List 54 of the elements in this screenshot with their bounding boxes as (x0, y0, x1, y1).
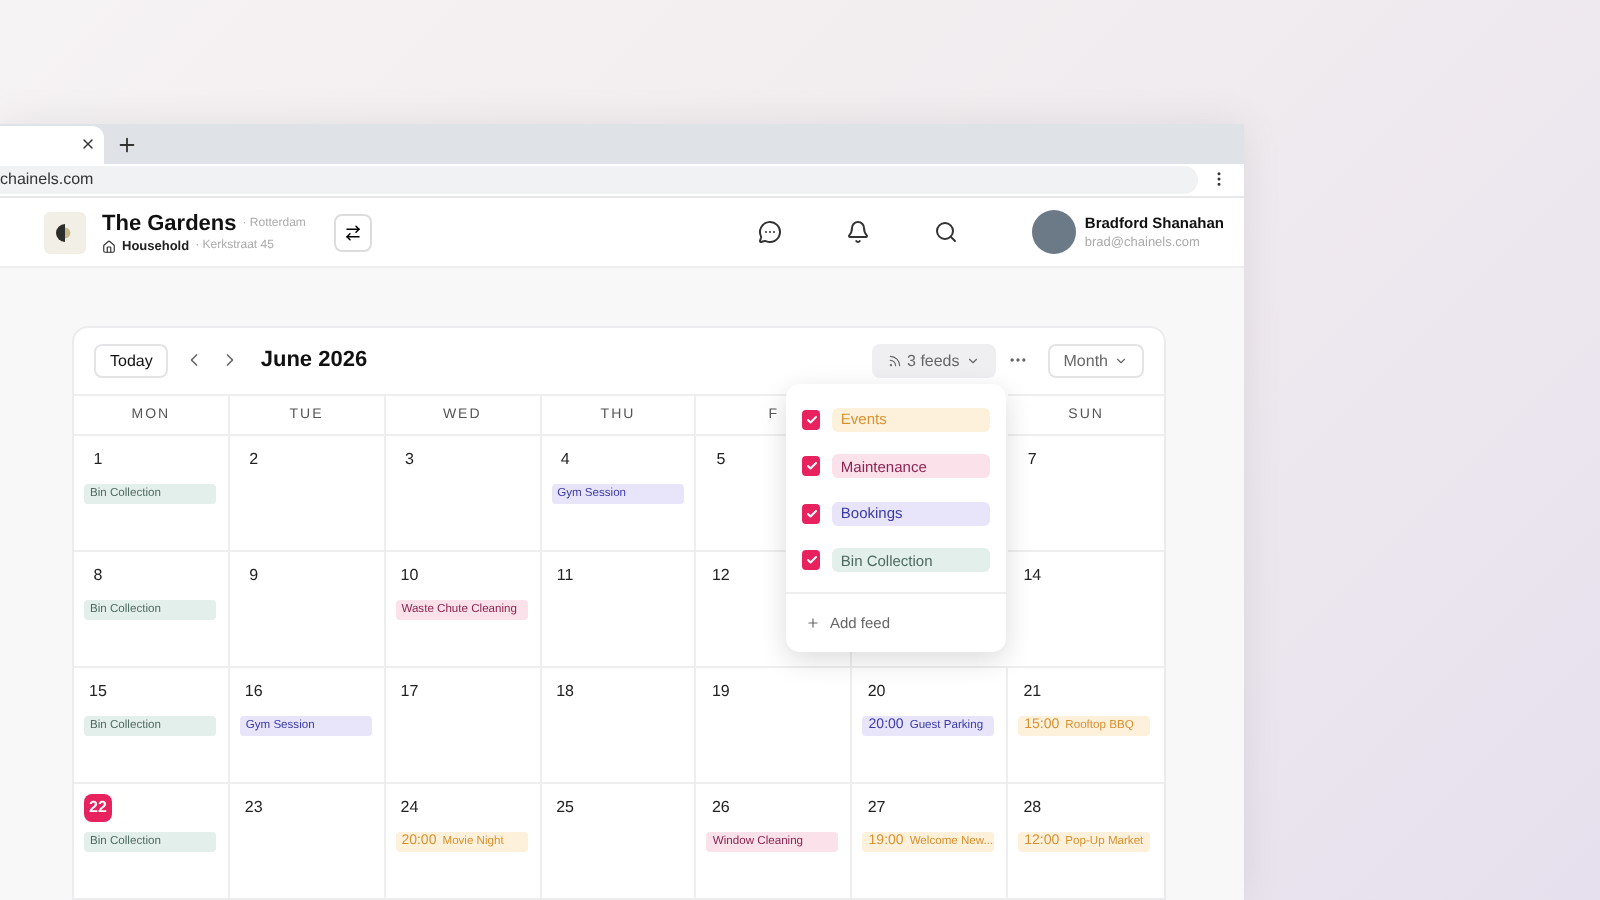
checkbox[interactable] (802, 456, 821, 477)
month-title: June 2026 (260, 348, 368, 373)
date-number: 10 (398, 564, 421, 589)
date-number: 17 (398, 680, 421, 705)
date-number: 15 (87, 680, 109, 705)
today-button[interactable]: Today (94, 343, 169, 378)
date-number: 23 (242, 796, 265, 821)
date-number: 3 (402, 448, 416, 473)
date-number: 12 (709, 564, 732, 589)
rss-icon (887, 353, 902, 368)
date-number: 2 (247, 448, 261, 473)
date-number: 5 (714, 448, 728, 473)
date-number: 11 (554, 564, 576, 589)
date-number: 27 (865, 796, 888, 821)
date-number: 9 (247, 564, 261, 589)
today-date: 22 (84, 793, 112, 822)
date-number: 28 (1021, 796, 1044, 821)
check-icon (805, 554, 818, 567)
new-tab-icon[interactable] (116, 133, 138, 156)
view-dropdown[interactable]: Month (1047, 343, 1144, 378)
logo-icon (44, 211, 86, 254)
checkbox[interactable] (802, 503, 821, 524)
checkbox[interactable] (802, 550, 821, 571)
address-bar[interactable]: chainels.com (0, 165, 1198, 194)
date-number: 4 (558, 448, 572, 473)
date-number: 18 (554, 680, 577, 705)
check-icon (805, 413, 818, 426)
date-number: 1 (91, 448, 105, 473)
close-icon[interactable] (80, 136, 96, 153)
swap-icon (343, 223, 362, 242)
caret-icon (1114, 353, 1128, 368)
date-number: 26 (709, 796, 732, 821)
date-number: 20 (865, 680, 888, 705)
date-number: 24 (398, 796, 421, 821)
date-number: 7 (1025, 448, 1039, 473)
switch-button[interactable] (333, 213, 372, 252)
chat-icon[interactable] (758, 220, 783, 245)
caret-icon (965, 353, 980, 368)
search-icon[interactable] (934, 220, 959, 245)
bell-icon[interactable] (846, 220, 871, 245)
date-number: 25 (554, 796, 577, 821)
date-number: 21 (1021, 680, 1044, 705)
date-number: 8 (91, 564, 105, 589)
plus-icon (806, 615, 820, 630)
feeds-button[interactable]: 3 feeds (871, 343, 996, 378)
checkbox[interactable] (802, 409, 821, 430)
check-icon (805, 460, 818, 473)
date-number: 14 (1021, 564, 1044, 589)
avatar[interactable] (1032, 210, 1077, 255)
community-name: The Gardens (102, 211, 237, 236)
date-number: 19 (709, 680, 732, 705)
check-icon (805, 507, 818, 520)
home-icon (102, 239, 116, 254)
date-number: 16 (242, 680, 265, 705)
